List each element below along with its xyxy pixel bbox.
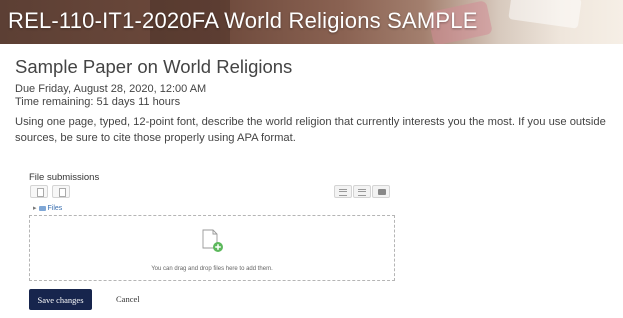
file-add-icon [202,229,223,252]
files-folder-label: Files [47,205,63,212]
folder-icon [38,205,46,211]
add-file-button[interactable] [30,185,48,198]
files-folder-toggle[interactable]: ▸ Files [33,204,62,212]
icon-view-icon [339,189,347,196]
add-file-icon [37,188,44,197]
banner-image-paper [508,0,582,29]
file-dropzone[interactable]: You can drag and drop files here to add … [29,215,395,281]
caret-right-icon: ▸ [33,205,37,212]
save-changes-button[interactable]: Save changes [29,289,92,310]
dropzone-instructions: You can drag and drop files here to add … [151,266,273,272]
assignment-title: Sample Paper on World Religions [15,56,293,77]
tree-view-button[interactable] [372,185,390,198]
list-view-button[interactable] [353,185,371,198]
time-remaining: Time remaining: 51 days 11 hours [15,96,181,108]
assignment-description: Using one page, typed, 12-point font, de… [15,116,606,144]
file-submissions-label: File submissions [29,172,100,183]
create-folder-icon [59,188,66,197]
list-view-icon [358,189,366,196]
cancel-button[interactable]: Cancel [116,294,140,304]
create-folder-button[interactable] [52,185,70,198]
course-title: REL-110-IT1-2020FA World Religions SAMPL… [8,8,478,33]
tree-view-icon [378,189,386,195]
due-date: Due Friday, August 28, 2020, 12:00 AM [15,83,207,95]
course-banner: REL-110-IT1-2020FA World Religions SAMPL… [0,0,623,44]
icon-view-button[interactable] [334,185,352,198]
